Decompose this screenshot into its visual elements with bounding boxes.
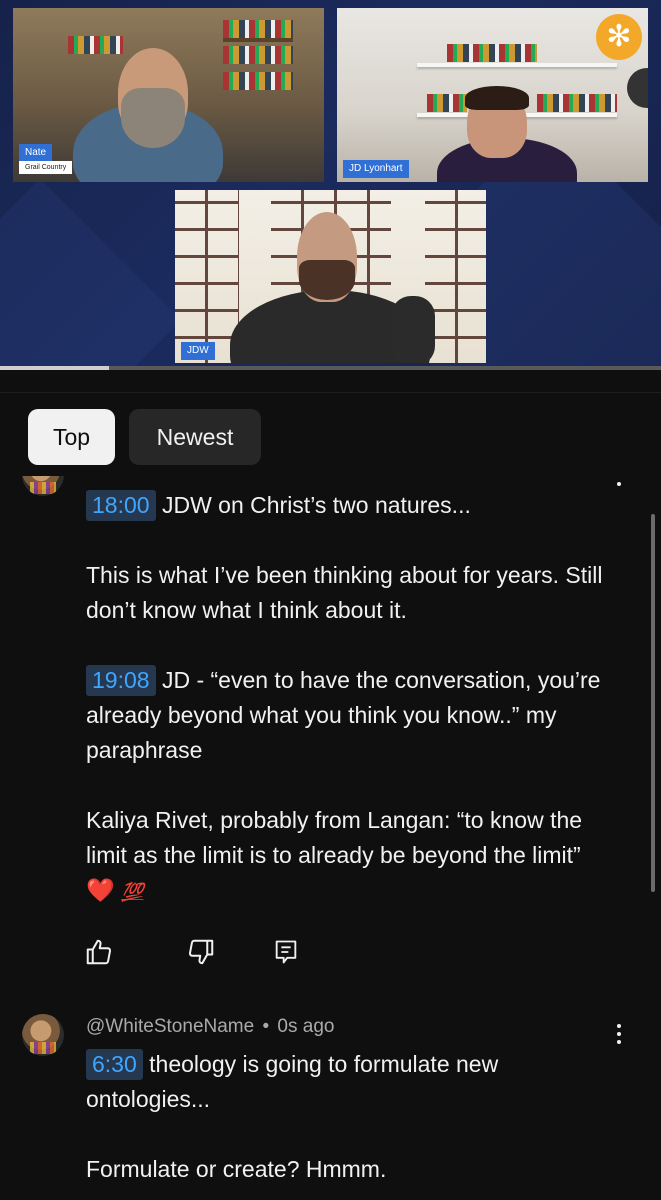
comment-paragraph: Kaliya Rivet, probably from Langan: “to … [86,803,606,910]
background-shape [0,178,182,370]
avatar[interactable] [22,1014,64,1056]
reply-icon[interactable] [272,937,300,967]
participant-tile-jd: ✻ JD Lyonhart [337,8,648,182]
comment-text: Formulate or create? Hmmm. [86,1156,387,1182]
comment-body: 6:30 theology is going to formulate new … [86,1047,606,1200]
sort-newest-chip[interactable]: Newest [129,409,261,465]
like-button[interactable] [84,936,180,968]
participant-tile-nate: Nate Grail Country [13,8,324,182]
books [223,46,293,64]
books [537,94,617,112]
sort-top-chip[interactable]: Top [28,409,115,465]
comment-text: Kaliya Rivet, probably from Langan: “to … [86,807,583,868]
progress-fill [0,366,110,370]
beard [121,88,185,148]
microphone [391,296,435,363]
video-player[interactable]: Nate Grail Country ✻ JD Lyonhart JDW [0,0,661,370]
comment-paragraph: Formulate or create? Hmmm. [86,1152,606,1187]
books [427,94,467,112]
timestamp-link[interactable]: 6:30 [86,1049,143,1080]
comment-text: JDW on Christ’s two natures... [155,492,471,518]
hundred-emoji: 💯 [121,882,144,902]
comment-text: theology is going to formulate new ontol… [86,1051,499,1112]
comments-list[interactable]: 18:00 JDW on Christ’s two natures... Thi… [0,476,661,1200]
comment-text: JD - “even to have the conversation, you… [86,667,601,763]
comment-meta: @WhiteStoneName • 0s ago [86,1016,334,1038]
comment-paragraph: This is what I’ve been thinking about fo… [86,558,606,628]
avatar[interactable] [22,476,64,496]
hair [465,86,529,110]
comment-body: 18:00 JDW on Christ’s two natures... Thi… [86,488,606,945]
comment-text: This is what I’ve been thinking about fo… [86,562,603,623]
timestamp-link[interactable]: 19:08 [86,665,156,696]
participant-name: JDW [181,342,215,360]
books [68,36,123,54]
books [223,72,293,90]
like-icon[interactable] [84,937,114,967]
comment-time: 0s ago [277,1016,335,1037]
timestamp-link[interactable]: 18:00 [86,490,156,521]
shelf [417,63,617,67]
comment-actions [84,936,372,968]
bookshelf [223,38,293,42]
comment-paragraph: 19:08 JD - “even to have the conversatio… [86,663,606,768]
video-progress-bar[interactable] [0,366,661,370]
scrollbar[interactable] [651,514,655,892]
books [447,44,537,62]
participant-subtitle: Grail Country [19,161,73,174]
comment-paragraph: 6:30 theology is going to formulate new … [86,1047,606,1117]
reply-button[interactable] [275,936,372,968]
participant-tile-jdw: JDW [175,190,486,363]
heart-emoji: ❤️ [86,877,115,903]
comment-paragraph: 18:00 JDW on Christ’s two natures... [86,488,606,523]
more-options-icon[interactable] [613,1024,625,1044]
dislike-button[interactable] [180,936,276,968]
shoji-screen [175,190,239,363]
meta-separator: • [262,1016,270,1037]
comment-sort-chips: Top Newest [0,392,661,474]
author-name[interactable]: @WhiteStoneName [86,1016,254,1037]
participant-name: Nate [19,144,53,162]
books [223,20,293,38]
dislike-icon[interactable] [186,937,216,967]
beard [299,260,355,300]
asterisk-flower-icon: ✻ [596,14,642,60]
more-options-icon[interactable] [613,482,625,486]
participant-name: JD Lyonhart [343,160,409,178]
dartboard [627,68,648,108]
